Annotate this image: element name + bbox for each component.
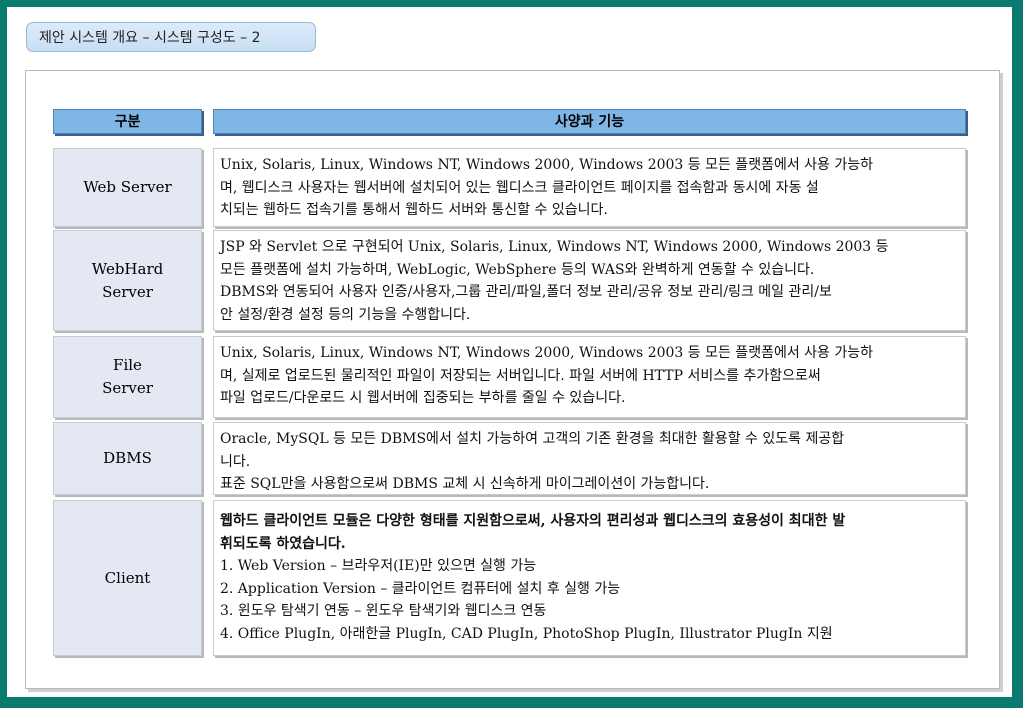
desc-line: DBMS와 연동되어 사용자 인증/사용자,그룹 관리/파일,폴더 정보 관리/… bbox=[220, 284, 832, 300]
row-label-file-server: File Server bbox=[53, 336, 202, 418]
row-label-webhard-server: WebHard Server bbox=[53, 230, 202, 331]
row-desc-dbms: Oracle, MySQL 등 모든 DBMS에서 설치 가능하여 고객의 기존… bbox=[213, 422, 966, 495]
desc-line: 1. Web Version – 브라우저(IE)만 있으면 실행 가능 bbox=[220, 558, 537, 574]
page-title: 제안 시스템 개요 – 시스템 구성도 – 2 bbox=[26, 22, 316, 52]
desc-line: Unix, Solaris, Linux, Windows NT, Window… bbox=[220, 157, 874, 173]
desc-line-bold: 휘되도록 하였습니다. bbox=[220, 535, 346, 552]
desc-line: JSP 와 Servlet 으로 구현되어 Unix, Solaris, Lin… bbox=[220, 239, 889, 255]
desc-line: 2. Application Version – 클라이언트 컴퓨터에 설치 후… bbox=[220, 580, 621, 597]
row-label-dbms: DBMS bbox=[53, 422, 202, 495]
desc-line: Oracle, MySQL 등 모든 DBMS에서 설치 가능하여 고객의 기존… bbox=[220, 431, 845, 447]
desc-line: 표준 SQL만을 사용함으로써 DBMS 교체 시 신속하게 마이그레이션이 가… bbox=[220, 476, 710, 492]
desc-line: 며, 웹디스크 사용자는 웹서버에 설치되어 있는 웹디스크 클라이언트 페이지… bbox=[220, 179, 819, 196]
desc-line: 파일 업로드/다운로드 시 웹서버에 집중되는 부하를 줄일 수 있습니다. bbox=[220, 390, 626, 406]
desc-line: 3. 윈도우 탐색기 연동 – 윈도우 탐색기와 웹디스크 연동 bbox=[220, 603, 547, 619]
desc-line: 모든 플랫폼에 설치 가능하며, WebLogic, WebSphere 등의 … bbox=[220, 261, 815, 278]
desc-line: 며, 실제로 업로드된 물리적인 파일이 저장되는 서버입니다. 파일 서버에 … bbox=[220, 367, 821, 384]
row-desc-webhard-server: JSP 와 Servlet 으로 구현되어 Unix, Solaris, Lin… bbox=[213, 230, 966, 331]
desc-line: 니다. bbox=[220, 453, 251, 470]
row-desc-file-server: Unix, Solaris, Linux, Windows NT, Window… bbox=[213, 336, 966, 418]
header-spec: 사양과 기능 bbox=[213, 109, 966, 134]
desc-line-bold: 웹하드 클라이언트 모듈은 다양한 형태를 지원함으로써, 사용자의 편리성과 … bbox=[220, 513, 846, 529]
row-desc-web-server: Unix, Solaris, Linux, Windows NT, Window… bbox=[213, 148, 966, 227]
desc-line: Unix, Solaris, Linux, Windows NT, Window… bbox=[220, 345, 874, 361]
header-category: 구분 bbox=[53, 109, 202, 134]
slide: 제안 시스템 개요 – 시스템 구성도 – 2 구분 사양과 기능 Web Se… bbox=[7, 7, 1012, 697]
desc-line: 치되는 웹하드 접속기를 통해서 웹하드 서버와 통신할 수 있습니다. bbox=[220, 202, 608, 218]
row-desc-client: 웹하드 클라이언트 모듈은 다양한 형태를 지원함으로써, 사용자의 편리성과 … bbox=[213, 500, 966, 656]
row-label-web-server: Web Server bbox=[53, 148, 202, 227]
row-label-client: Client bbox=[53, 500, 202, 656]
desc-line: 4. Office PlugIn, 아래한글 PlugIn, CAD PlugI… bbox=[220, 625, 833, 642]
content-frame: 구분 사양과 기능 Web Server Unix, Solaris, Linu… bbox=[25, 70, 1000, 689]
desc-line: 안 설정/환경 설정 등의 기능을 수행합니다. bbox=[220, 306, 471, 323]
